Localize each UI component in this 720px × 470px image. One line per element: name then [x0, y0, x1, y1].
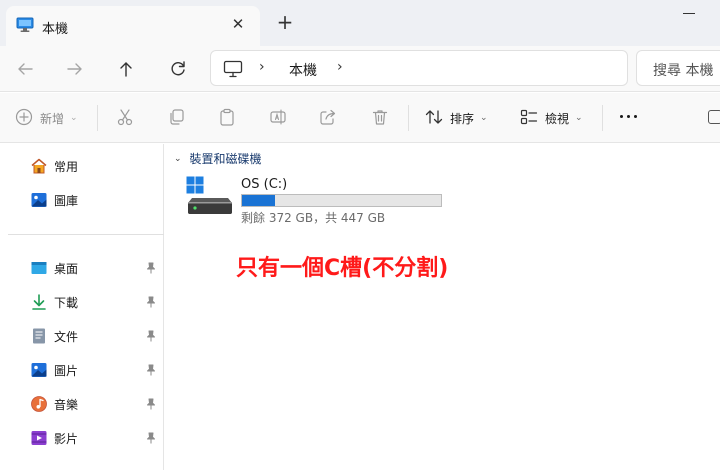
drive-usage-fill — [242, 195, 276, 206]
group-header-devices[interactable]: ⌄ 裝置和磁碟機 — [174, 150, 262, 167]
computer-icon — [16, 17, 34, 33]
sidebar-item-videos[interactable]: 影片 — [30, 426, 162, 450]
document-icon — [30, 327, 48, 345]
plus-icon[interactable]: + — [274, 12, 296, 34]
sidebar-item-label: 圖片 — [54, 363, 79, 378]
tab-this-pc[interactable]: 本機 ✕ — [6, 6, 260, 46]
paste-icon — [217, 107, 237, 130]
annotation-text: 只有一個C槽(不分割) — [236, 256, 449, 281]
desktop-icon — [30, 259, 48, 277]
sort-button[interactable]: 排序 ⌄ — [424, 105, 488, 131]
drive-space-text: 剩餘 372 GB，共 447 GB — [241, 211, 386, 225]
sort-label: 排序 — [450, 111, 475, 126]
up-arrow-icon[interactable] — [113, 56, 139, 82]
sidebar-item-gallery[interactable]: 圖庫 — [30, 188, 162, 212]
more-icon[interactable] — [620, 115, 638, 119]
rename-icon — [268, 107, 288, 130]
sidebar-item-desktop[interactable]: 桌面 — [30, 256, 162, 280]
refresh-icon[interactable] — [165, 56, 191, 82]
new-label: 新增 — [40, 111, 65, 126]
copy-button[interactable] — [166, 105, 186, 131]
divider — [602, 105, 603, 131]
rename-button[interactable] — [268, 105, 288, 131]
chevron-down-icon: ⌄ — [575, 113, 583, 123]
drive-usage-bar — [241, 194, 442, 207]
address-bar[interactable]: › 本機 › — [210, 50, 628, 86]
sidebar-item-documents[interactable]: 文件 — [30, 324, 162, 348]
pin-icon[interactable] — [144, 261, 158, 275]
gallery-icon — [30, 191, 48, 209]
forward-arrow-icon[interactable] — [62, 56, 88, 82]
sidebar-item-label: 圖庫 — [54, 193, 79, 208]
view-icon — [519, 107, 539, 130]
chevron-down-icon[interactable]: ⌄ — [174, 154, 182, 164]
pictures-icon — [30, 361, 48, 379]
sort-icon — [424, 107, 444, 130]
plus-circle-icon — [14, 107, 34, 130]
new-button[interactable]: 新增 ⌄ — [14, 105, 78, 131]
chevron-down-icon: ⌄ — [480, 113, 488, 123]
sidebar-item-pictures[interactable]: 圖片 — [30, 358, 162, 382]
sidebar-item-label: 文件 — [54, 329, 79, 344]
music-icon — [30, 395, 48, 413]
pin-icon[interactable] — [144, 431, 158, 445]
download-icon — [30, 293, 48, 311]
pin-icon[interactable] — [144, 295, 158, 309]
drive-icon — [186, 176, 234, 216]
search-box[interactable]: 搜尋 本機 — [636, 50, 720, 86]
delete-button[interactable] — [370, 105, 390, 131]
cut-icon — [115, 107, 135, 130]
breadcrumb-this-pc[interactable]: 本機 — [289, 60, 317, 80]
close-icon[interactable]: ✕ — [228, 14, 248, 34]
share-button[interactable] — [318, 105, 338, 131]
back-arrow-icon[interactable] — [12, 56, 38, 82]
sidebar-item-label: 音樂 — [54, 397, 79, 412]
tab-bar: 本機 ✕ + — [0, 0, 720, 46]
navigation-pane: 常用 圖庫 桌面 下載 文件 圖片 音樂 影片 — [0, 144, 164, 470]
sidebar-item-music[interactable]: 音樂 — [30, 392, 162, 416]
drive-name: OS (C:) — [241, 177, 288, 192]
share-icon — [318, 107, 338, 130]
tab-title: 本機 — [42, 22, 69, 37]
view-label: 檢視 — [545, 111, 570, 126]
details-pane-icon[interactable] — [708, 110, 720, 124]
pin-icon[interactable] — [144, 363, 158, 377]
view-button[interactable]: 檢視 ⌄ — [519, 105, 583, 131]
drive-item-c[interactable]: OS (C:) 剩餘 372 GB，共 447 GB — [186, 176, 446, 226]
minimize-icon[interactable] — [678, 2, 708, 22]
divider — [408, 105, 409, 131]
divider — [8, 234, 164, 235]
pin-icon[interactable] — [144, 329, 158, 343]
computer-icon — [223, 60, 243, 78]
navigation-bar: › 本機 › 搜尋 本機 — [0, 46, 720, 92]
sidebar-item-downloads[interactable]: 下載 — [30, 290, 162, 314]
chevron-right-icon[interactable]: › — [259, 59, 265, 75]
sidebar-item-label: 下載 — [54, 295, 79, 310]
pin-icon[interactable] — [144, 397, 158, 411]
home-icon — [30, 157, 48, 175]
group-label: 裝置和磁碟機 — [189, 152, 262, 166]
sidebar-item-label: 影片 — [54, 431, 79, 446]
delete-icon — [370, 107, 390, 130]
command-bar: 新增 ⌄ 排序 ⌄ 檢視 ⌄ — [0, 93, 720, 143]
paste-button[interactable] — [217, 105, 237, 131]
search-input[interactable]: 搜尋 本機 — [653, 60, 713, 80]
sidebar-item-label: 常用 — [54, 159, 79, 174]
sidebar-item-label: 桌面 — [54, 261, 79, 276]
chevron-right-icon[interactable]: › — [337, 59, 343, 75]
videos-icon — [30, 429, 48, 447]
copy-icon — [166, 107, 186, 130]
chevron-down-icon: ⌄ — [70, 113, 78, 123]
divider — [97, 105, 98, 131]
sidebar-item-home[interactable]: 常用 — [30, 154, 162, 178]
cut-button[interactable] — [115, 105, 135, 131]
